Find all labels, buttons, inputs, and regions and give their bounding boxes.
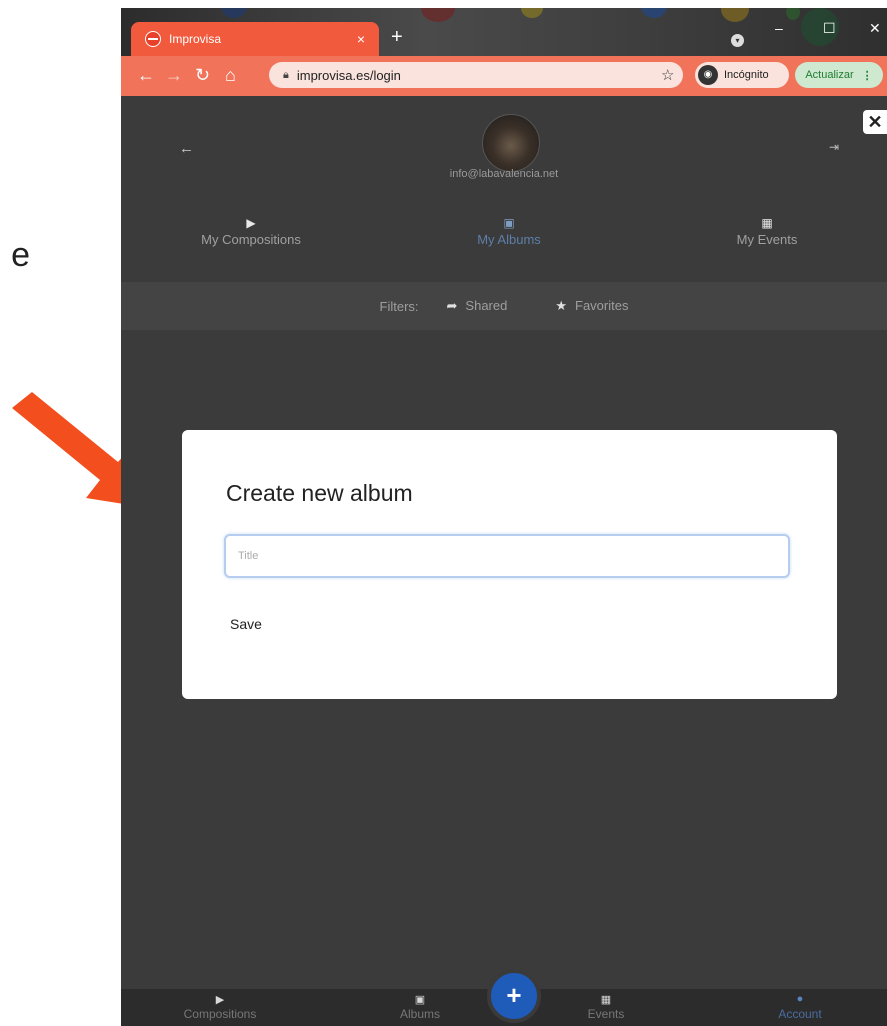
browser-window: Improvisa × + ▾ – ☐ ✕ ← → ↻ ⌂ 🔒︎ improvi…	[121, 8, 887, 1026]
url-text: improvisa.es/login	[296, 67, 401, 83]
tab-title: Improvisa	[169, 32, 222, 46]
overlay-close-icon[interactable]: ✕	[863, 110, 887, 134]
page-content: ✕ ← ⇥ info@labavalencia.net ▶ My Composi…	[121, 96, 887, 1026]
browser-toolbar: ← → ↻ ⌂ 🔒︎ improvisa.es/login ☆ ◉ Incógn…	[121, 56, 887, 96]
update-label: Actualizar	[805, 69, 854, 81]
window-close-icon[interactable]: ✕	[869, 20, 881, 37]
home-icon[interactable]: ⌂	[225, 65, 236, 86]
profile-dropdown-icon[interactable]: ▾	[731, 34, 744, 47]
user-circle-icon: ●	[796, 993, 804, 1005]
bottom-nav-albums[interactable]: ▣ Albums	[355, 993, 485, 1021]
save-button[interactable]: Save	[230, 616, 262, 632]
calendar-icon: ▦	[761, 216, 773, 230]
filters-label: Filters:	[379, 298, 419, 314]
tab-my-albums[interactable]: ▣ My Albums	[409, 216, 609, 247]
create-album-dialog: Create new album Save	[182, 430, 837, 699]
back-arrow-icon[interactable]: ←	[179, 140, 194, 157]
bottom-nav-account[interactable]: ● Account	[735, 993, 865, 1021]
dialog-title: Create new album	[226, 480, 413, 506]
incognito-label: Incógnito	[724, 69, 769, 81]
filter-shared[interactable]: ➦ Shared	[447, 298, 508, 314]
play-icon: ▶	[215, 994, 225, 1006]
browser-titlebar: Improvisa × + ▾ – ☐ ✕	[121, 8, 887, 62]
lock-icon: 🔒︎	[283, 68, 289, 81]
annotation-text: e	[11, 236, 30, 274]
bottom-nav-compositions[interactable]: ▶ Compositions	[155, 993, 285, 1021]
tab-close-icon[interactable]: ×	[357, 31, 365, 47]
add-fab-button[interactable]: +	[487, 969, 541, 1023]
menu-dots-icon[interactable]: ⋮	[862, 69, 873, 82]
browser-tab[interactable]: Improvisa ×	[131, 22, 379, 56]
album-icon: ▣	[414, 994, 426, 1006]
reload-icon[interactable]: ↻	[195, 65, 210, 86]
new-tab-button[interactable]: +	[391, 26, 403, 49]
improvisa-favicon-icon	[145, 31, 161, 47]
calendar-icon: ▦	[600, 994, 612, 1006]
star-icon: ★	[555, 298, 567, 313]
share-icon: ➦	[446, 298, 458, 313]
forward-icon[interactable]: →	[165, 65, 183, 86]
address-bar[interactable]: 🔒︎ improvisa.es/login	[269, 62, 683, 88]
bookmark-star-icon[interactable]: ☆	[661, 66, 674, 84]
logout-icon[interactable]: ⇥	[829, 140, 839, 154]
filters-bar: Filters: ➦ Shared ★ Favorites	[121, 282, 887, 330]
bottom-nav-events[interactable]: ▦ Events	[541, 993, 671, 1021]
update-button[interactable]: Actualizar ⋮	[795, 62, 883, 88]
maximize-icon[interactable]: ☐	[823, 20, 836, 37]
album-icon: ▣	[503, 216, 515, 230]
tab-my-compositions[interactable]: ▶ My Compositions	[151, 216, 351, 247]
profile-tabs: ▶ My Compositions ▣ My Albums ▦ My Event…	[121, 216, 887, 274]
user-email: info@labavalencia.net	[449, 168, 559, 180]
album-title-input[interactable]	[224, 534, 790, 578]
back-icon[interactable]: ←	[137, 65, 155, 86]
incognito-indicator[interactable]: ◉ Incógnito	[695, 62, 789, 88]
incognito-icon: ◉	[698, 65, 718, 85]
filter-favorites[interactable]: ★ Favorites	[555, 298, 628, 314]
play-icon: ▶	[246, 216, 256, 230]
tab-my-events[interactable]: ▦ My Events	[667, 216, 867, 247]
minimize-icon[interactable]: –	[775, 20, 783, 36]
avatar	[482, 114, 540, 172]
